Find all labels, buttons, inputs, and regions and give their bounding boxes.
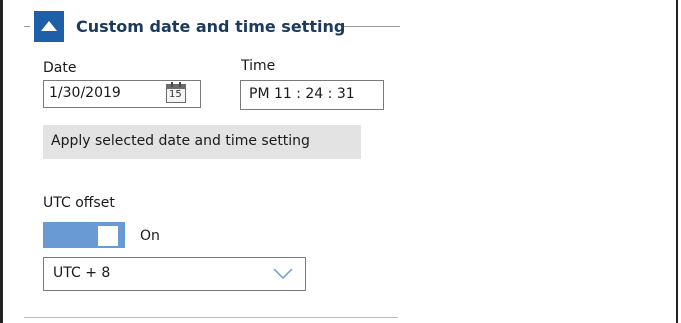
- time-field[interactable]: PM 11 : 24 : 31: [240, 80, 384, 110]
- time-value: PM 11 : 24 : 31: [249, 86, 355, 102]
- chevron-up-icon: [41, 21, 57, 31]
- header-divider-right: [344, 26, 400, 27]
- section-header: Custom date and time setting: [24, 11, 404, 42]
- calendar-icon-day: 15: [169, 89, 182, 100]
- apply-button-label: Apply selected date and time setting: [51, 133, 310, 149]
- collapse-section-button[interactable]: [34, 11, 64, 42]
- time-label: Time: [241, 58, 276, 74]
- chevron-down-icon: [273, 268, 293, 279]
- utc-offset-value: UTC + 8: [53, 265, 111, 281]
- utc-offset-label: UTC offset: [43, 195, 115, 211]
- date-field[interactable]: 1/30/2019 15: [43, 80, 201, 108]
- calendar-icon[interactable]: 15: [166, 82, 186, 103]
- toggle-state-label: On: [140, 228, 160, 244]
- calendar-icon-ring-right: [179, 82, 181, 87]
- header-divider-left: [24, 26, 30, 27]
- section-bottom-divider: [24, 317, 398, 318]
- utc-offset-toggle[interactable]: [43, 222, 125, 248]
- panel-right-border: [676, 0, 678, 323]
- date-value: 1/30/2019: [49, 85, 121, 101]
- toggle-knob: [98, 226, 118, 246]
- date-label: Date: [43, 60, 77, 76]
- apply-date-time-button[interactable]: Apply selected date and time setting: [43, 125, 361, 159]
- utc-offset-select[interactable]: UTC + 8: [43, 257, 306, 291]
- calendar-icon-ring-left: [171, 82, 173, 87]
- panel-left-border: [0, 0, 3, 323]
- section-title: Custom date and time setting: [76, 17, 346, 36]
